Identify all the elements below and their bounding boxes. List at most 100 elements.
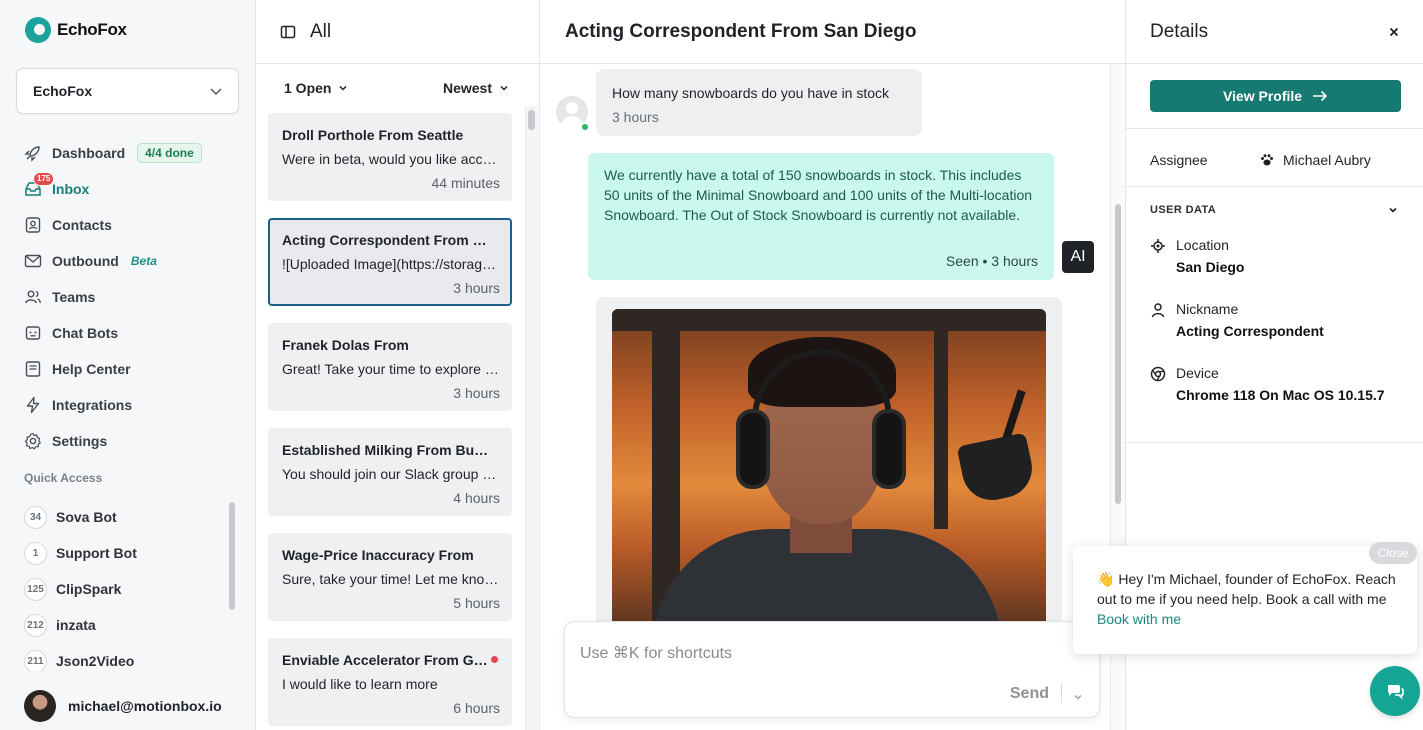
lightning-icon [24, 396, 42, 414]
assignee-name: Michael Aubry [1283, 152, 1371, 168]
sidebar-item-outbound[interactable]: Outbound Beta [24, 243, 234, 279]
sidebar-item-integrations[interactable]: Integrations [24, 387, 234, 423]
conversation-preview: Great! Take your time to explore the app… [282, 361, 500, 377]
incoming-message: How many snowboards do you have in stock… [596, 69, 922, 136]
quick-access-item[interactable]: 211 Json2Video [24, 643, 224, 671]
field-nickname: Nickname Acting Correspondent [1150, 301, 1324, 339]
avatar [24, 690, 56, 722]
field-value: Chrome 118 On Mac OS 10.15.7 [1176, 387, 1385, 403]
conversation-preview: I would like to learn more [282, 676, 438, 692]
quick-access-scrollbar[interactable] [229, 502, 235, 610]
assignee-value[interactable]: Michael Aubry [1259, 152, 1371, 168]
list-scroll-track [525, 106, 538, 730]
quick-access-label: Json2Video [56, 653, 135, 669]
mail-icon [24, 252, 42, 270]
quick-access-item[interactable]: 125 ClipSpark [24, 571, 224, 607]
composer-placeholder[interactable]: Use ⌘K for shortcuts [580, 643, 732, 663]
chat-scrollbar[interactable] [1115, 204, 1121, 504]
paw-icon [1261, 154, 1273, 166]
quick-access-item[interactable]: 34 Sova Bot [24, 499, 224, 535]
message-composer[interactable]: Use ⌘K for shortcuts Send [564, 621, 1100, 718]
chevron-down-icon[interactable] [1073, 692, 1083, 702]
user-email: michael@motionbox.io [68, 698, 222, 714]
sidebar-item-help-center[interactable]: Help Center [24, 351, 234, 387]
sidebar-item-label: Chat Bots [52, 325, 119, 341]
chat-panel: Acting Correspondent From San Diego How … [540, 0, 1126, 730]
image-detail [872, 409, 906, 489]
close-icon[interactable] [1389, 27, 1399, 37]
conversation-item[interactable]: Enviable Accelerator From Germany I woul… [268, 638, 512, 726]
chevron-down-icon [1389, 207, 1397, 213]
user-icon [1151, 303, 1165, 318]
list-scrollbar[interactable] [528, 110, 535, 130]
popup-message: Hey I'm Michael, founder of EchoFox. Rea… [1097, 571, 1396, 607]
conversation-item[interactable]: Droll Porthole From Seattle Were in beta… [268, 113, 512, 201]
quick-access-count: 125 [24, 577, 47, 601]
book-call-link[interactable]: Book with me [1097, 611, 1181, 627]
conversation-title: Droll Porthole From Seattle [282, 127, 464, 143]
divider [1126, 186, 1423, 187]
conversation-item[interactable]: Established Milking From Burlington You … [268, 428, 512, 516]
uploaded-image[interactable] [612, 309, 1046, 629]
quick-access-label: Support Bot [56, 545, 137, 561]
conversation-item[interactable]: Wage-Price Inaccuracy From Sure, take yo… [268, 533, 512, 621]
conversation-item[interactable]: Franek Dolas From Great! Take your time … [268, 323, 512, 411]
bot-icon [24, 324, 42, 342]
assignee-row[interactable]: Assignee Michael Aubry [1150, 152, 1410, 168]
conversation-list-panel: All 1 Open Newest Droll Porthole From Se… [256, 0, 540, 730]
user-data-section-toggle[interactable]: USER DATA [1150, 204, 1398, 216]
conversation-preview: Sure, take your time! Let me know if you… [282, 571, 500, 587]
divider [1061, 683, 1062, 703]
chrome-icon [1150, 366, 1166, 382]
sidebar-item-dashboard[interactable]: Dashboard 4/4 done [24, 135, 234, 171]
field-label: Location [1176, 237, 1229, 253]
chat-launcher-button[interactable] [1370, 666, 1420, 716]
location-icon [1151, 239, 1165, 253]
ai-badge: AI [1062, 241, 1094, 273]
conversation-item-selected[interactable]: Acting Correspondent From San Diego ![Up… [268, 218, 512, 306]
message-status: Seen • 3 hours [945, 253, 1038, 269]
popup-close-button[interactable]: Close [1369, 542, 1417, 564]
sidebar-item-inbox[interactable]: 175 Inbox [24, 171, 234, 207]
app-logo[interactable]: EchoFox [25, 17, 127, 43]
conversation-preview: Were in beta, would you like access? [282, 151, 500, 167]
contacts-icon [24, 216, 42, 234]
list-title: All [310, 20, 332, 42]
view-profile-button[interactable]: View Profile [1150, 80, 1401, 112]
chevron-down-icon [210, 88, 222, 96]
conversation-time: 6 hours [453, 700, 500, 716]
sidebar-item-teams[interactable]: Teams [24, 279, 234, 315]
inbox-count-badge: 175 [33, 172, 55, 186]
quick-access-item[interactable]: 212 inzata [24, 607, 224, 643]
sidebar-toggle-icon[interactable] [280, 24, 296, 40]
quick-access-label: Sova Bot [56, 509, 117, 525]
message-text: How many snowboards do you have in stock [612, 85, 890, 101]
user-account[interactable]: michael@motionbox.io [24, 690, 222, 722]
sort-label: Newest [442, 80, 492, 96]
quick-access-item[interactable]: 1 Support Bot [24, 535, 224, 571]
sidebar-item-chat-bots[interactable]: Chat Bots [24, 315, 234, 351]
message-text: We currently have a total of 150 snowboa… [604, 167, 1033, 223]
sidebar-item-contacts[interactable]: Contacts [24, 207, 234, 243]
conversation-preview: ![Uploaded Image](https://storage.exampl… [282, 256, 500, 272]
sidebar-item-label: Dashboard [52, 145, 126, 161]
details-title: Details [1150, 20, 1209, 42]
sidebar-item-settings[interactable]: Settings [24, 423, 234, 459]
assignee-label: Assignee [1150, 152, 1208, 168]
conversation-title: Enviable Accelerator From Germany [282, 652, 492, 668]
status-filter[interactable]: 1 Open [284, 80, 348, 96]
sort-dropdown[interactable]: Newest [443, 80, 509, 96]
send-button[interactable]: Send [1010, 685, 1049, 703]
sidebar-item-label: Integrations [52, 397, 133, 413]
conversation-preview: You should join our Slack group for upda… [282, 466, 500, 482]
users-icon [24, 288, 42, 306]
field-label: Device [1176, 365, 1219, 381]
workspace-name: EchoFox [33, 83, 93, 99]
founder-message-popup: 👋 Hey I'm Michael, founder of EchoFox. R… [1073, 546, 1417, 654]
arrow-right-icon [1313, 90, 1328, 102]
sidebar-item-label: Outbound [52, 253, 119, 269]
conversation-time: 44 minutes [431, 175, 500, 191]
app-name: EchoFox [57, 20, 127, 39]
conversation-list: Droll Porthole From Seattle Were in beta… [268, 113, 512, 730]
workspace-selector[interactable]: EchoFox [16, 68, 239, 114]
